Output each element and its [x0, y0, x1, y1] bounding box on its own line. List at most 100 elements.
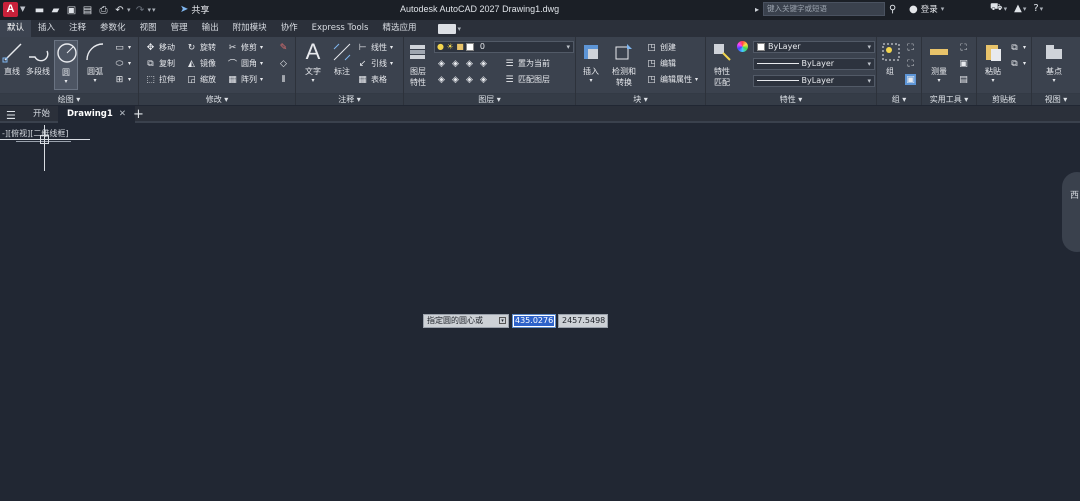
tab-addins[interactable]: 附加模块 [226, 20, 274, 37]
quick-select-button[interactable]: ⛶ [958, 41, 969, 54]
autodesk-app-icon[interactable]: ▲ [1014, 3, 1022, 14]
scale-button[interactable]: ◲ 缩放 [186, 73, 216, 86]
ungroup-button[interactable]: ⛶ [905, 41, 916, 54]
dimension-tool[interactable]: 标注 [329, 40, 355, 77]
save-as-icon[interactable]: ▤ [81, 4, 94, 17]
select-all-button[interactable]: ▣ [958, 57, 969, 70]
tab-start[interactable]: 开始 [24, 106, 59, 123]
viewcube-west-label[interactable]: 西 [1070, 188, 1079, 201]
base-view-tool[interactable]: 基点 ▾ [1040, 40, 1068, 84]
line-tool[interactable]: 直线 [1, 40, 23, 77]
rectangle-tool[interactable]: ▭ ▾ [114, 41, 131, 54]
tab-drawing1[interactable]: Drawing1 ✕ [58, 106, 135, 123]
erase-button[interactable]: ✎ [278, 41, 289, 54]
make-current-button[interactable]: ☰ 置为当前 [504, 57, 550, 70]
chevron-right-icon[interactable]: ▸ [755, 5, 759, 14]
layer-isolate-icon[interactable]: ◈ [450, 58, 461, 69]
sign-in-button[interactable]: ● 登录 ▾ [909, 3, 944, 16]
layer-thaw-icon[interactable]: ◈ [464, 74, 475, 85]
panel-title-layers[interactable]: 图层 ▾ [404, 93, 575, 105]
hatch-tool[interactable]: ⬭ ▾ [114, 57, 131, 70]
chevron-down-icon[interactable]: ▾ [127, 6, 131, 14]
layer-freeze-icon[interactable]: ◈ [464, 58, 475, 69]
search-icon[interactable]: ⚲ [889, 4, 896, 15]
panel-title-clipboard[interactable]: 剪贴板 [977, 93, 1031, 105]
panel-title-annotation[interactable]: 注释 ▾ [296, 93, 403, 105]
match-layer-button[interactable]: ☰ 匹配图层 [504, 73, 550, 86]
tab-featured-apps[interactable]: 精选应用 [375, 20, 423, 37]
tab-default[interactable]: 默认 [0, 20, 32, 37]
group-select-button[interactable]: ▣ [905, 73, 916, 86]
move-button[interactable]: ✥ 移动 [145, 41, 175, 54]
save-icon[interactable]: ▣ [65, 4, 78, 17]
paste-tool[interactable]: 粘贴 ▾ [980, 40, 1006, 84]
customize-qat-icon[interactable]: ▾ [152, 6, 156, 14]
tab-parametric[interactable]: 参数化 [93, 20, 133, 37]
layer-off-icon[interactable]: ◈ [436, 58, 447, 69]
panel-title-groups[interactable]: 组 ▾ [877, 93, 921, 105]
layer-properties-tool[interactable]: 图层 特性 [406, 40, 430, 88]
offset-button[interactable]: ⫴ [278, 73, 289, 86]
insert-tool[interactable]: 插入 ▾ [578, 40, 604, 84]
dynamic-input-y-field[interactable]: 2457.5498 [558, 314, 608, 328]
tab-insert[interactable]: 插入 [31, 20, 62, 37]
app-menu-button[interactable]: A [3, 2, 18, 17]
measure-tool[interactable]: 测量 ▾ [925, 40, 953, 84]
color-wheel-icon[interactable] [737, 41, 748, 52]
chevron-down-icon[interactable]: ▼ [20, 5, 25, 13]
tab-collaborate[interactable]: 协作 [274, 20, 305, 37]
text-tool[interactable]: A 文字 ▾ [300, 39, 326, 84]
options-down-icon[interactable]: ▾ [499, 317, 506, 324]
rotate-button[interactable]: ↻ 旋转 [186, 41, 216, 54]
leader-button[interactable]: ↙ 引线 ▾ [357, 57, 393, 70]
tab-express-tools[interactable]: Express Tools [305, 20, 376, 37]
panel-title-block[interactable]: 块 ▾ [576, 93, 705, 105]
table-button[interactable]: ▦ 表格 [357, 73, 387, 86]
polyline-tool[interactable]: 多段线 [24, 40, 52, 77]
layer-unisolate-icon[interactable]: ◈ [450, 74, 461, 85]
match-properties-tool[interactable]: 特性 匹配 [710, 40, 734, 88]
redo-icon[interactable]: ↷ [134, 4, 147, 17]
circle-tool[interactable]: 圆 ▾ [54, 40, 78, 90]
help-icon[interactable]: ? [1033, 3, 1038, 14]
color-dropdown[interactable]: ByLayer ▾ [753, 41, 875, 53]
tab-view[interactable]: 视图 [133, 20, 164, 37]
chevron-down-icon[interactable]: ▾ [148, 6, 152, 14]
fillet-button[interactable]: ⌒ 圆角 ▾ [227, 57, 263, 70]
create-block-button[interactable]: ◳ 创建 [646, 41, 676, 54]
print-icon[interactable]: ⎙ [97, 4, 110, 17]
open-folder-icon[interactable]: ▰ [49, 4, 62, 17]
new-tab-plus-icon[interactable]: + [133, 107, 144, 122]
layer-lock-icon[interactable]: ◈ [478, 58, 489, 69]
panel-title-properties[interactable]: 特性 ▾ [706, 93, 876, 105]
tab-output[interactable]: 输出 [195, 20, 226, 37]
copy-clip-button[interactable]: ⧉ ▾ [1009, 41, 1026, 54]
array-button[interactable]: ▦ 阵列 ▾ [227, 73, 263, 86]
tab-manage[interactable]: 管理 [164, 20, 195, 37]
search-input[interactable]: 键入关键字或短语 [763, 2, 886, 16]
chevron-down-icon[interactable]: ▾ [1040, 5, 1044, 13]
layer-unlock-icon[interactable]: ◈ [478, 74, 489, 85]
viewport-controls[interactable]: -][俯视][二维线框] [2, 128, 69, 139]
layer-dropdown[interactable]: ● ☀ ■ 0 ▾ [434, 41, 574, 53]
edit-attributes-button[interactable]: ◳ 编辑属性 ▾ [646, 73, 698, 86]
hamburger-menu-icon[interactable]: ☰ [6, 109, 16, 122]
mirror-button[interactable]: ◭ 镜像 [186, 57, 216, 70]
panel-title-view[interactable]: 视图 ▾ [1032, 93, 1080, 105]
close-icon[interactable]: ✕ [119, 109, 126, 119]
cut-button[interactable]: ⧉ ▾ [1009, 57, 1026, 70]
panel-title-modify[interactable]: 修改 ▾ [139, 93, 295, 105]
new-file-icon[interactable]: ▬ [33, 4, 46, 17]
group-tool[interactable]: 组 [879, 40, 901, 77]
chevron-down-icon[interactable]: ▾ [1004, 5, 1008, 13]
trim-button[interactable]: ✂ 修剪 ▾ [227, 41, 263, 54]
boundary-tool[interactable]: ⊞ ▾ [114, 73, 131, 86]
lineweight-dropdown[interactable]: ByLayer ▾ [753, 75, 875, 87]
dynamic-input-x-field[interactable]: 435.0276 [512, 314, 556, 328]
undo-icon[interactable]: ↶ [113, 4, 126, 17]
viewcube[interactable] [1062, 172, 1080, 252]
arc-tool[interactable]: 圆弧 ▾ [82, 40, 108, 84]
panel-title-utilities[interactable]: 实用工具 ▾ [922, 93, 976, 105]
group-edit-button[interactable]: ⛶ [905, 57, 916, 70]
ribbon-minimize-button[interactable] [437, 23, 456, 34]
